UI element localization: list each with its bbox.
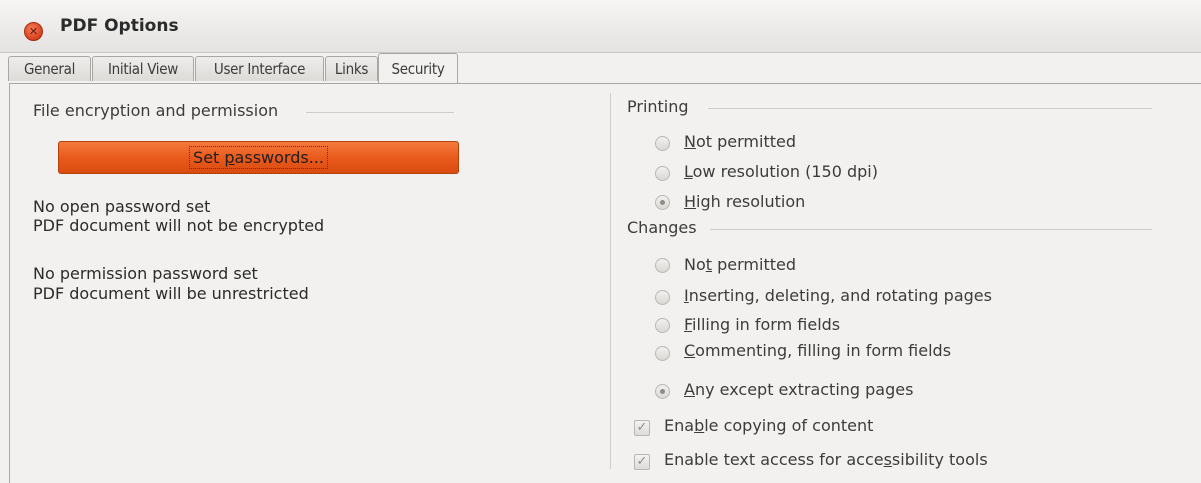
column-separator (610, 93, 611, 469)
close-icon: ✕ (28, 25, 39, 38)
printing-high-resolution-label[interactable]: High resolution (684, 192, 805, 211)
printing-not-permitted-radio[interactable] (655, 136, 670, 151)
changes-not-permitted-label[interactable]: Not permitted (684, 255, 796, 274)
encryption-status: PDF document will not be encrypted (33, 216, 325, 235)
enable-copying-label[interactable]: Enable copying of content (664, 416, 873, 435)
printing-low-resolution-label[interactable]: Low resolution (150 dpi) (684, 162, 878, 181)
changes-filling-label[interactable]: Filling in form fields (684, 315, 840, 334)
set-passwords-label: Set passwords... (189, 146, 328, 169)
printing-not-permitted-label[interactable]: Not permitted (684, 132, 796, 151)
changes-commenting-radio[interactable] (655, 346, 670, 361)
changes-frame-line (710, 229, 1152, 230)
tab-initial-view[interactable]: Initial View (92, 56, 194, 81)
enable-accessibility-label[interactable]: Enable text access for accessibility too… (664, 450, 988, 469)
printing-frame-title: Printing (627, 97, 689, 116)
tab-general[interactable]: General (8, 56, 91, 81)
enable-accessibility-checkbox[interactable]: ✓ (634, 454, 650, 470)
changes-any-except-radio[interactable] (655, 384, 670, 399)
encryption-frame-title: File encryption and permission (33, 101, 279, 120)
changes-inserting-label[interactable]: Inserting, deleting, and rotating pages (684, 286, 992, 305)
printing-low-resolution-radio[interactable] (655, 166, 670, 181)
title-bar: ✕ PDF Options (0, 0, 1201, 53)
changes-any-except-label[interactable]: Any except extracting pages (684, 380, 913, 399)
changes-not-permitted-radio[interactable] (655, 258, 670, 273)
tab-bar: General Initial View User Interface Link… (0, 53, 1201, 84)
window-title: PDF Options (60, 16, 179, 36)
encryption-frame-line (306, 112, 454, 113)
printing-high-resolution-radio[interactable] (655, 195, 670, 210)
tab-links[interactable]: Links (325, 56, 378, 81)
restriction-status: PDF document will be unrestricted (33, 284, 309, 303)
permission-password-status: No permission password set (33, 264, 258, 283)
changes-inserting-radio[interactable] (655, 290, 670, 305)
close-button[interactable]: ✕ (24, 22, 43, 41)
enable-copying-checkbox[interactable]: ✓ (634, 420, 650, 436)
printing-frame-line (708, 108, 1152, 109)
changes-frame-title: Changes (627, 218, 697, 237)
tab-security[interactable]: Security (378, 53, 458, 84)
open-password-status: No open password set (33, 197, 211, 216)
changes-filling-radio[interactable] (655, 318, 670, 333)
checkmark-icon: ✓ (636, 420, 648, 435)
checkmark-icon: ✓ (636, 454, 648, 469)
set-passwords-button[interactable]: Set passwords... (58, 141, 459, 174)
changes-commenting-label[interactable]: Commenting, filling in form fields (684, 341, 951, 360)
tab-user-interface[interactable]: User Interface (195, 56, 324, 81)
